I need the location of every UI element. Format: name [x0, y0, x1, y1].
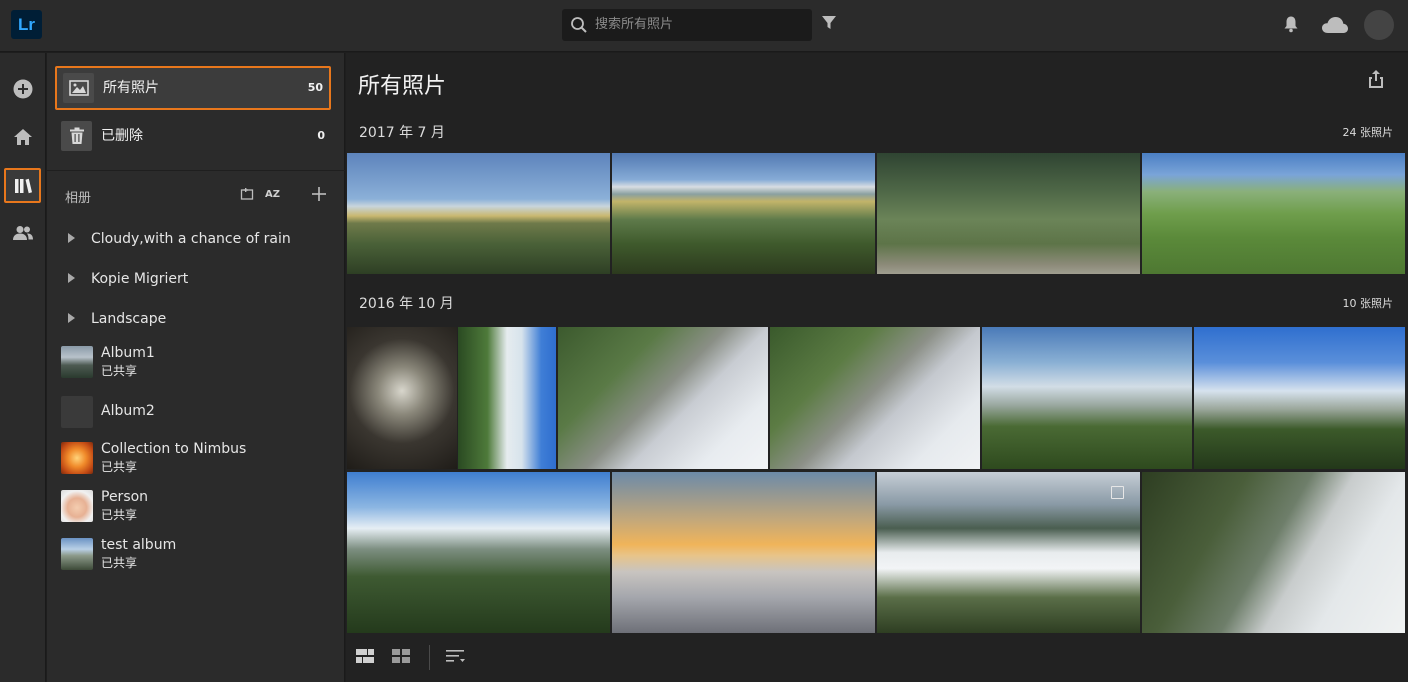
panel-divider [47, 170, 345, 171]
deleted-item[interactable]: 已删除 0 [55, 116, 331, 160]
library-button[interactable] [4, 168, 41, 203]
group-date: 2016 年 10 月 [359, 296, 454, 312]
select-checkbox[interactable] [1111, 486, 1124, 499]
photo-thumbnail[interactable] [770, 327, 980, 469]
photo-thumbnail[interactable] [558, 327, 768, 469]
photo-thumbnail[interactable] [612, 153, 875, 274]
photo-grid-area: 所有照片 2017 年 7 月 24 张照片 2016 年 10 月 10 张照… [346, 53, 1408, 682]
photo-thumbnail[interactable] [1142, 472, 1405, 633]
album-shared-label: 已共享 [101, 460, 138, 474]
folder-label: Kopie Migriert [91, 271, 189, 287]
sort-az-button[interactable]: AZ [265, 189, 280, 200]
folder-label: Cloudy,with a chance of rain [91, 231, 291, 247]
deleted-label: 已删除 [101, 128, 143, 144]
add-circle-icon [13, 79, 33, 99]
square-grid-icon[interactable] [392, 648, 410, 664]
folder-item[interactable]: Cloudy,with a chance of rain [63, 224, 333, 254]
user-avatar[interactable] [1364, 10, 1394, 40]
album-shared-label: 已共享 [101, 364, 138, 378]
grid-view-icon[interactable] [356, 648, 374, 664]
top-bar: Lr 搜索所有照片 [0, 0, 1408, 52]
all-photos-label: 所有照片 [103, 80, 159, 96]
date-group-header: 2016 年 10 月 10 张照片 [346, 281, 1408, 321]
people-icon [13, 226, 33, 240]
people-button[interactable] [0, 216, 46, 250]
page-title: 所有照片 [358, 74, 447, 99]
bell-icon[interactable] [1282, 15, 1300, 33]
album-item[interactable]: Album2 [61, 392, 331, 432]
album-thumb [61, 396, 93, 428]
albums-section-title: 相册 [65, 191, 92, 206]
album-item[interactable]: test album 已共享 [61, 534, 331, 574]
folder-item[interactable]: Kopie Migriert [63, 264, 333, 294]
new-folder-icon[interactable] [240, 187, 254, 201]
search-box[interactable]: 搜索所有照片 [562, 9, 812, 41]
expand-arrow-icon[interactable] [68, 313, 75, 323]
folder-label: Landscape [91, 311, 167, 327]
album-thumb [61, 442, 93, 474]
photo-thumbnail[interactable] [347, 153, 610, 274]
lightroom-logo[interactable]: Lr [11, 10, 42, 39]
album-item[interactable]: Collection to Nimbus 已共享 [61, 438, 331, 478]
date-group-header: 2017 年 7 月 24 张照片 [346, 110, 1408, 150]
all-photos-item[interactable]: 所有照片 50 [55, 66, 331, 110]
album-item[interactable]: Person 已共享 [61, 486, 331, 526]
trash-icon [69, 127, 84, 144]
album-shared-label: 已共享 [101, 508, 138, 522]
left-rail [0, 53, 46, 682]
group-date: 2017 年 7 月 [359, 125, 445, 141]
sort-icon[interactable] [446, 648, 466, 664]
library-panel: 所有照片 50 已删除 0 相册 AZ Cloudy,with a chance… [47, 53, 345, 682]
folder-item[interactable]: Landscape [63, 304, 333, 334]
album-name: Album2 [101, 403, 155, 419]
bottom-toolbar [346, 633, 1408, 682]
photo-thumbnail[interactable] [877, 472, 1140, 633]
image-icon [68, 80, 89, 96]
album-thumb [61, 346, 93, 378]
expand-arrow-icon[interactable] [68, 233, 75, 243]
album-item[interactable]: Album1 已共享 [61, 342, 331, 382]
cloud-icon[interactable] [1321, 15, 1349, 35]
photo-thumbnail[interactable] [877, 153, 1140, 274]
photo-thumbnail[interactable] [347, 472, 610, 633]
group-count: 10 张照片 [1342, 297, 1394, 310]
photo-thumbnail[interactable] [347, 327, 457, 469]
group-count: 24 张照片 [1342, 126, 1394, 139]
toolbar-divider [429, 645, 430, 670]
all-photos-count: 50 [307, 81, 323, 94]
add-album-icon[interactable] [312, 187, 326, 201]
photo-thumbnail[interactable] [982, 327, 1192, 469]
album-shared-label: 已共享 [101, 556, 138, 570]
album-thumb [61, 538, 93, 570]
photo-thumbnail[interactable] [1194, 327, 1405, 469]
filter-icon[interactable] [821, 15, 837, 31]
home-icon [14, 129, 32, 145]
deleted-count: 0 [317, 129, 325, 142]
all-photos-thumb [63, 73, 94, 103]
photo-thumbnail[interactable] [458, 327, 556, 469]
album-thumb [61, 490, 93, 522]
album-name: Collection to Nimbus [101, 441, 247, 457]
photo-thumbnail[interactable] [612, 472, 875, 633]
album-name: Person [101, 489, 149, 505]
album-name: test album [101, 537, 177, 553]
album-name: Album1 [101, 345, 155, 361]
expand-arrow-icon[interactable] [68, 273, 75, 283]
add-photos-button[interactable] [0, 72, 46, 106]
photo-thumbnail[interactable] [1142, 153, 1405, 274]
library-icon [14, 178, 32, 193]
home-button[interactable] [0, 120, 46, 154]
share-icon[interactable] [1366, 69, 1386, 89]
search-input[interactable]: 搜索所有照片 [595, 9, 673, 41]
search-icon [571, 17, 587, 33]
deleted-thumb [61, 121, 92, 151]
